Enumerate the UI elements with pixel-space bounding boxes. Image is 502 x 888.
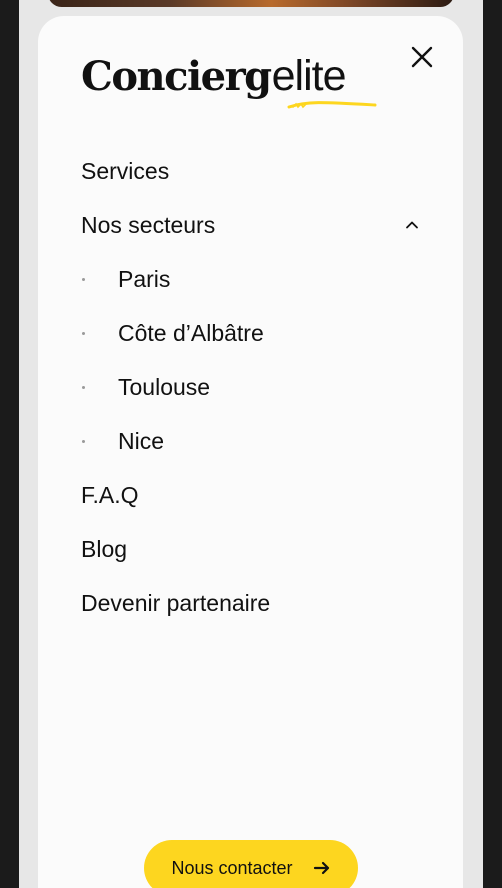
logo-sub-text: elite	[271, 52, 347, 100]
submenu-item-paris[interactable]: Paris	[81, 252, 421, 306]
submenu-item-label: Toulouse	[118, 373, 211, 400]
nav-item-label: F.A.Q	[81, 481, 139, 508]
nav-item-label: Blog	[81, 535, 128, 562]
logo-swoosh-icon	[287, 101, 377, 109]
bullet-icon	[82, 277, 85, 281]
nav-item-label: Devenir partenaire	[81, 589, 271, 616]
submenu-item-toulouse[interactable]: Toulouse	[81, 360, 421, 414]
nav-item-services[interactable]: Services	[81, 144, 421, 198]
contact-button[interactable]: Nous contacter	[144, 840, 358, 888]
bullet-icon	[82, 385, 85, 389]
main-navigation: Services Nos secteurs Paris Côte d’Albât…	[81, 144, 421, 630]
chevron-up-icon	[406, 221, 418, 229]
submenu-item-label: Nice	[118, 427, 165, 454]
nav-item-faq[interactable]: F.A.Q	[81, 468, 421, 522]
close-icon	[411, 46, 433, 68]
nav-item-partner[interactable]: Devenir partenaire	[81, 576, 421, 630]
submenu-item-nice[interactable]: Nice	[81, 414, 421, 468]
sectors-submenu: Paris Côte d’Albâtre Toulouse Nice	[81, 252, 421, 468]
mobile-menu-panel: Concierg elite Services Nos secteurs Par…	[38, 16, 463, 888]
brand-logo[interactable]: Concierg elite	[81, 52, 377, 112]
bullet-icon	[82, 439, 85, 443]
nav-item-blog[interactable]: Blog	[81, 522, 421, 576]
nav-item-label: Nos secteurs	[81, 211, 216, 238]
nav-item-label: Services	[81, 157, 170, 184]
submenu-item-label: Côte d’Albâtre	[118, 319, 264, 346]
arrow-right-icon	[313, 861, 329, 875]
page-background: Concierg elite Services Nos secteurs Par…	[19, 0, 483, 888]
hero-image	[48, 0, 454, 7]
submenu-item-cote-albatre[interactable]: Côte d’Albâtre	[81, 306, 421, 360]
bullet-icon	[82, 331, 85, 335]
close-menu-button[interactable]	[408, 43, 436, 71]
contact-button-label: Nous contacter	[171, 857, 293, 878]
submenu-item-label: Paris	[118, 265, 171, 292]
nav-item-sectors[interactable]: Nos secteurs	[81, 198, 421, 252]
logo-main-text: Concierg	[81, 53, 272, 100]
